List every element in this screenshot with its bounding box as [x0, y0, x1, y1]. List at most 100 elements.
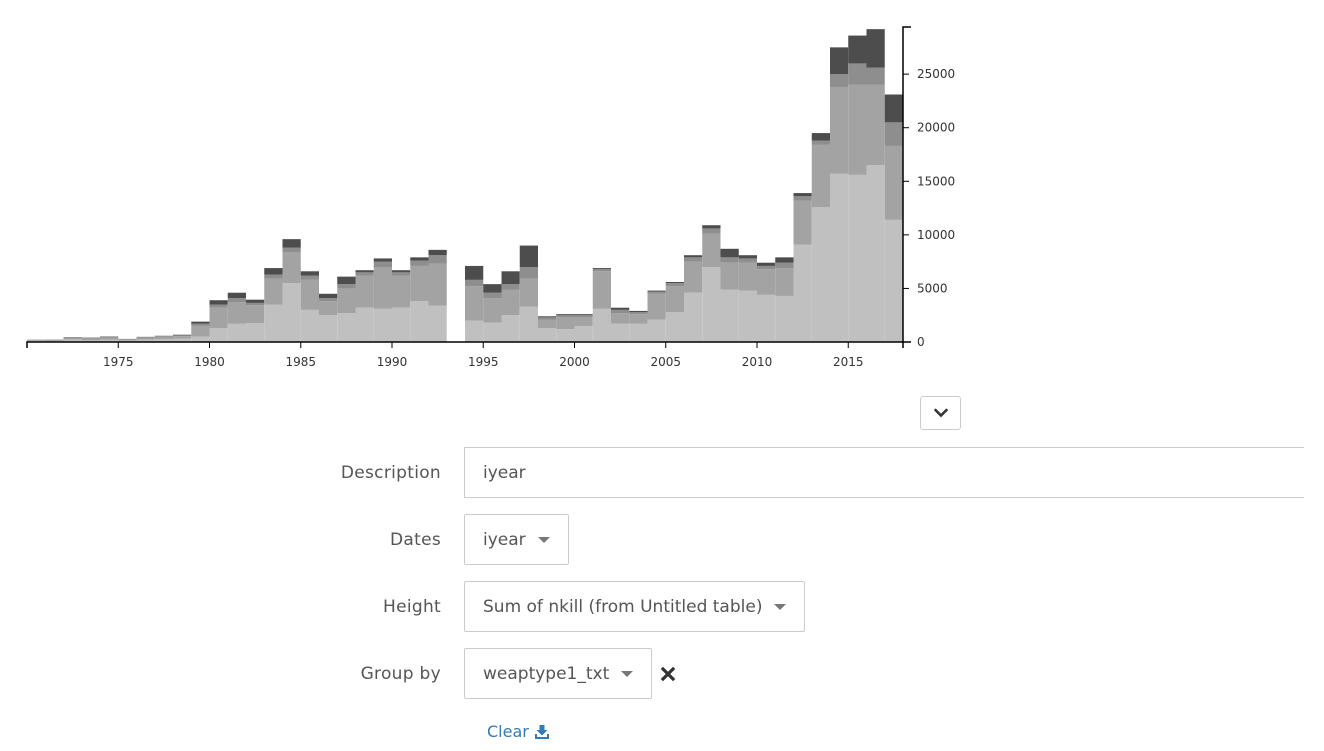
x-tick-label: 2010: [742, 355, 773, 369]
groupby-label: Group by: [360, 663, 441, 684]
bar-segment: [282, 252, 301, 284]
close-icon[interactable]: [660, 666, 676, 682]
bar-segment: [611, 309, 630, 314]
bar-segment: [465, 320, 484, 342]
bar-segment: [465, 286, 484, 321]
bar-segment: [410, 301, 429, 342]
x-tick-label: 1995: [468, 355, 499, 369]
bar-segment: [519, 245, 538, 267]
bar-segment: [337, 276, 356, 285]
y-tick-label: 0: [917, 335, 925, 349]
bar-segment: [136, 337, 155, 340]
bar-segment: [227, 292, 246, 299]
height-label: Height: [383, 596, 441, 617]
bar-segment: [830, 47, 849, 75]
bar-segment: [738, 262, 757, 291]
bar-segment: [866, 84, 885, 166]
bar-segment: [793, 193, 812, 197]
bar-segment: [574, 314, 593, 316]
bar-segment: [592, 308, 611, 342]
x-tick-label: 1990: [377, 355, 408, 369]
bar-segment: [848, 35, 867, 64]
y-tick-label: 5000: [917, 281, 948, 295]
bar-segment: [118, 339, 137, 341]
bar-segment: [264, 268, 283, 275]
clear-button[interactable]: Clear: [487, 722, 550, 741]
bar-segment: [611, 323, 630, 342]
collapse-button[interactable]: [920, 396, 961, 430]
bar-segment: [738, 258, 757, 263]
bar-segment: [811, 207, 830, 342]
bar-segment: [264, 274, 283, 279]
bar-segment: [355, 307, 374, 342]
bar-segment: [775, 268, 794, 296]
bar-segment: [501, 284, 520, 290]
chevron-down-icon: [933, 408, 948, 418]
bar-segment: [775, 262, 794, 269]
bar-segment: [209, 328, 228, 342]
bar-segment: [629, 312, 648, 315]
bar-segment: [592, 269, 611, 272]
bar-segment: [775, 295, 794, 342]
bar-segment: [647, 319, 666, 342]
bar-segment: [355, 270, 374, 273]
bar-segment: [519, 278, 538, 307]
bar-segment: [373, 261, 392, 267]
caret-down-icon: [774, 603, 787, 610]
bar-segment: [483, 292, 502, 299]
description-input[interactable]: iyear: [464, 447, 1304, 498]
bar-segment: [27, 340, 46, 342]
bar-segment: [629, 310, 648, 312]
bar-segment: [428, 255, 447, 264]
bar-segment: [866, 165, 885, 342]
bar-segment: [684, 255, 703, 258]
bar-segment: [538, 317, 557, 320]
bar-segment: [811, 133, 830, 141]
bar-segment: [866, 29, 885, 68]
bar-segment: [574, 325, 593, 342]
bar-segment: [154, 336, 173, 337]
bar-segment: [63, 337, 82, 340]
chart-bars: [27, 29, 903, 342]
y-axis: 0 5000 10000 15000 20000 25000: [902, 26, 955, 349]
x-tick-label: 2000: [559, 355, 590, 369]
groupby-select[interactable]: weaptype1_txt: [464, 648, 653, 699]
bar-segment: [300, 275, 319, 280]
bar-segment: [191, 325, 210, 337]
bar-segment: [246, 302, 265, 306]
bar-segment: [684, 261, 703, 293]
bar-segment: [702, 267, 721, 342]
dates-label: Dates: [390, 529, 441, 550]
bar-segment: [81, 337, 100, 339]
x-tick-label: 2005: [650, 355, 681, 369]
bar-segment: [136, 337, 155, 338]
bar-segment: [300, 279, 319, 310]
bar-segment: [428, 249, 447, 256]
bar-segment: [337, 288, 356, 314]
bar-segment: [611, 313, 630, 324]
bar-segment: [373, 308, 392, 342]
height-select[interactable]: Sum of nkill (from Untitled table): [464, 581, 806, 632]
bar-segment: [848, 84, 867, 175]
bar-segment: [373, 267, 392, 309]
bar-segment: [483, 298, 502, 323]
bar-segment: [884, 219, 903, 342]
bar-segment: [428, 305, 447, 342]
bar-segment: [574, 317, 593, 326]
bar-segment: [392, 275, 411, 308]
bar-segment: [483, 284, 502, 293]
bar-segment: [848, 63, 867, 85]
x-tick-label: 1975: [103, 355, 134, 369]
bar-segment: [830, 173, 849, 342]
download-icon: [534, 724, 549, 739]
bar-segment: [884, 94, 903, 123]
bar-segment: [337, 284, 356, 289]
bar-segment: [793, 244, 812, 342]
bar-segment: [592, 268, 611, 270]
bar-segment: [538, 319, 557, 329]
dates-select[interactable]: iyear: [464, 514, 569, 565]
bar-segment: [793, 200, 812, 245]
bar-segment: [684, 257, 703, 262]
bar-segment: [866, 67, 885, 85]
bar-segment: [848, 174, 867, 342]
